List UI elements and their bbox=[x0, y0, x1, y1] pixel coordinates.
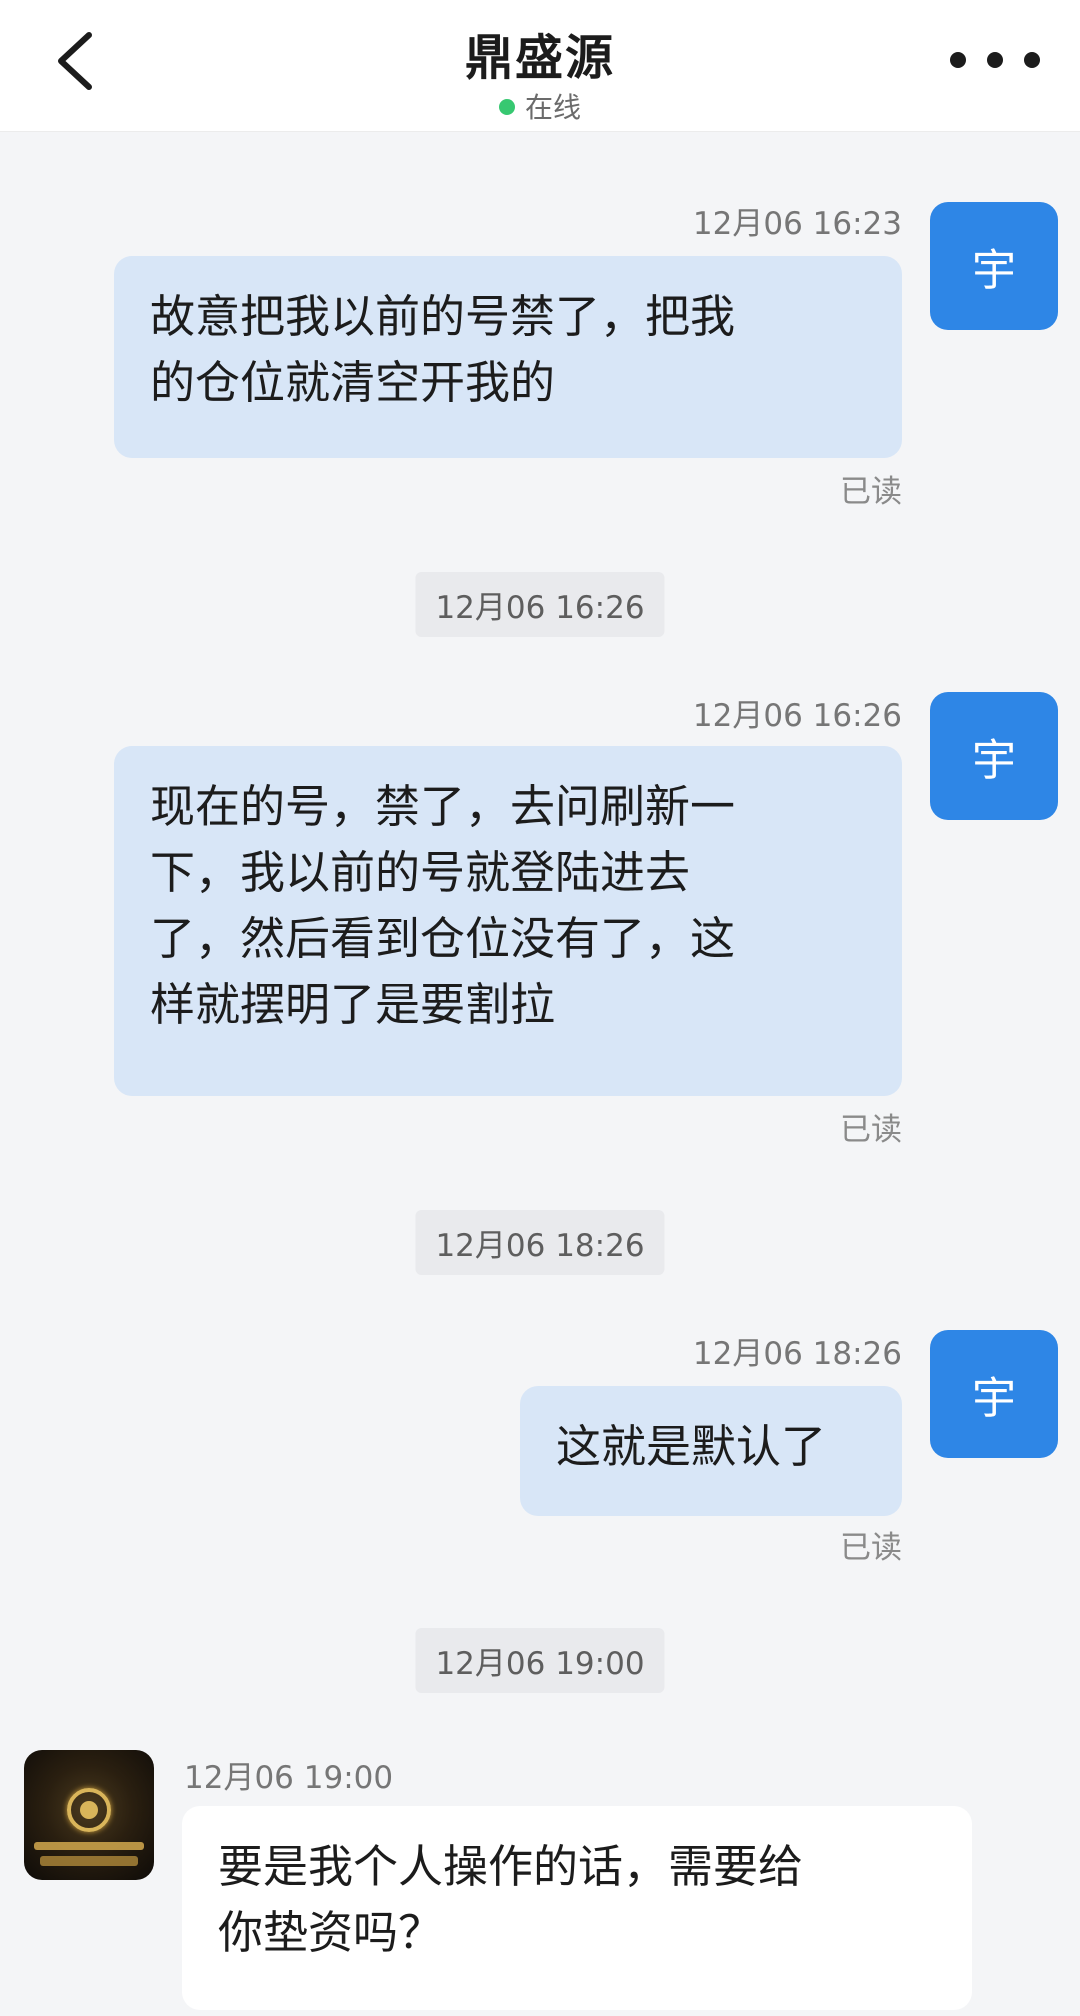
avatar-initial: 宇 bbox=[972, 245, 1016, 296]
chat-title: 鼎盛源 bbox=[464, 30, 615, 86]
message-time: 12月06 16:26 bbox=[692, 698, 902, 734]
read-receipt: 已读 bbox=[840, 474, 902, 510]
message-bubble-sent[interactable]: 现在的号，禁了，去问刷新一 下，我以前的号就登陆进去 了，然后看到仓位没有了，这… bbox=[114, 746, 902, 1096]
time-separator: 12月06 16:26 bbox=[415, 572, 665, 637]
more-dot-icon bbox=[950, 52, 966, 68]
read-receipt: 已读 bbox=[840, 1112, 902, 1148]
message-time: 12月06 18:26 bbox=[692, 1336, 902, 1372]
online-status-label: 在线 bbox=[524, 91, 581, 124]
my-avatar[interactable]: 宇 bbox=[930, 202, 1058, 330]
chat-header: 鼎盛源 在线 bbox=[0, 0, 1080, 132]
more-dot-icon bbox=[987, 52, 1003, 68]
message-line: 要是我个人操作的话，需要给 bbox=[218, 1840, 804, 1893]
online-dot-icon bbox=[498, 99, 515, 115]
time-separator: 12月06 19:00 bbox=[415, 1628, 665, 1693]
chat-area[interactable]: 12月06 16:23 宇 故意把我以前的号禁了，把我 的仓位就清空开我的 已读… bbox=[0, 132, 1080, 2016]
message-line: 的仓位就清空开我的 bbox=[150, 356, 556, 409]
message-bubble-sent[interactable]: 这就是默认了 bbox=[520, 1386, 902, 1516]
more-dot-icon bbox=[1024, 52, 1040, 68]
message-line: 故意把我以前的号禁了，把我 bbox=[150, 290, 736, 343]
message-line: 你垫资吗？ bbox=[218, 1906, 444, 1959]
message-time: 12月06 19:00 bbox=[184, 1760, 394, 1796]
read-receipt: 已读 bbox=[840, 1530, 902, 1566]
message-line: 样就摆明了是要割拉 bbox=[150, 978, 556, 1031]
time-separator: 12月06 18:26 bbox=[415, 1210, 665, 1275]
message-line: 了，然后看到仓位没有了，这 bbox=[150, 912, 736, 965]
message-line: 下，我以前的号就登陆进去 bbox=[150, 846, 691, 899]
message-bubble-received[interactable]: 要是我个人操作的话，需要给 你垫资吗？ bbox=[182, 1806, 972, 2010]
more-button[interactable] bbox=[950, 40, 1040, 80]
message-time: 12月06 16:23 bbox=[692, 206, 902, 242]
my-avatar[interactable]: 宇 bbox=[930, 692, 1058, 820]
logo-band bbox=[40, 1856, 138, 1866]
online-status: 在线 bbox=[0, 86, 1080, 126]
contact-avatar[interactable] bbox=[24, 1750, 154, 1880]
message-bubble-sent[interactable]: 故意把我以前的号禁了，把我 的仓位就清空开我的 bbox=[114, 256, 902, 458]
avatar-initial: 宇 bbox=[972, 735, 1016, 786]
message-line: 现在的号，禁了，去问刷新一 bbox=[150, 780, 736, 833]
logo-emblem-icon bbox=[67, 1788, 111, 1832]
avatar-initial: 宇 bbox=[972, 1373, 1016, 1424]
message-line: 这就是默认了 bbox=[556, 1420, 827, 1473]
my-avatar[interactable]: 宇 bbox=[930, 1330, 1058, 1458]
logo-band bbox=[34, 1842, 144, 1850]
